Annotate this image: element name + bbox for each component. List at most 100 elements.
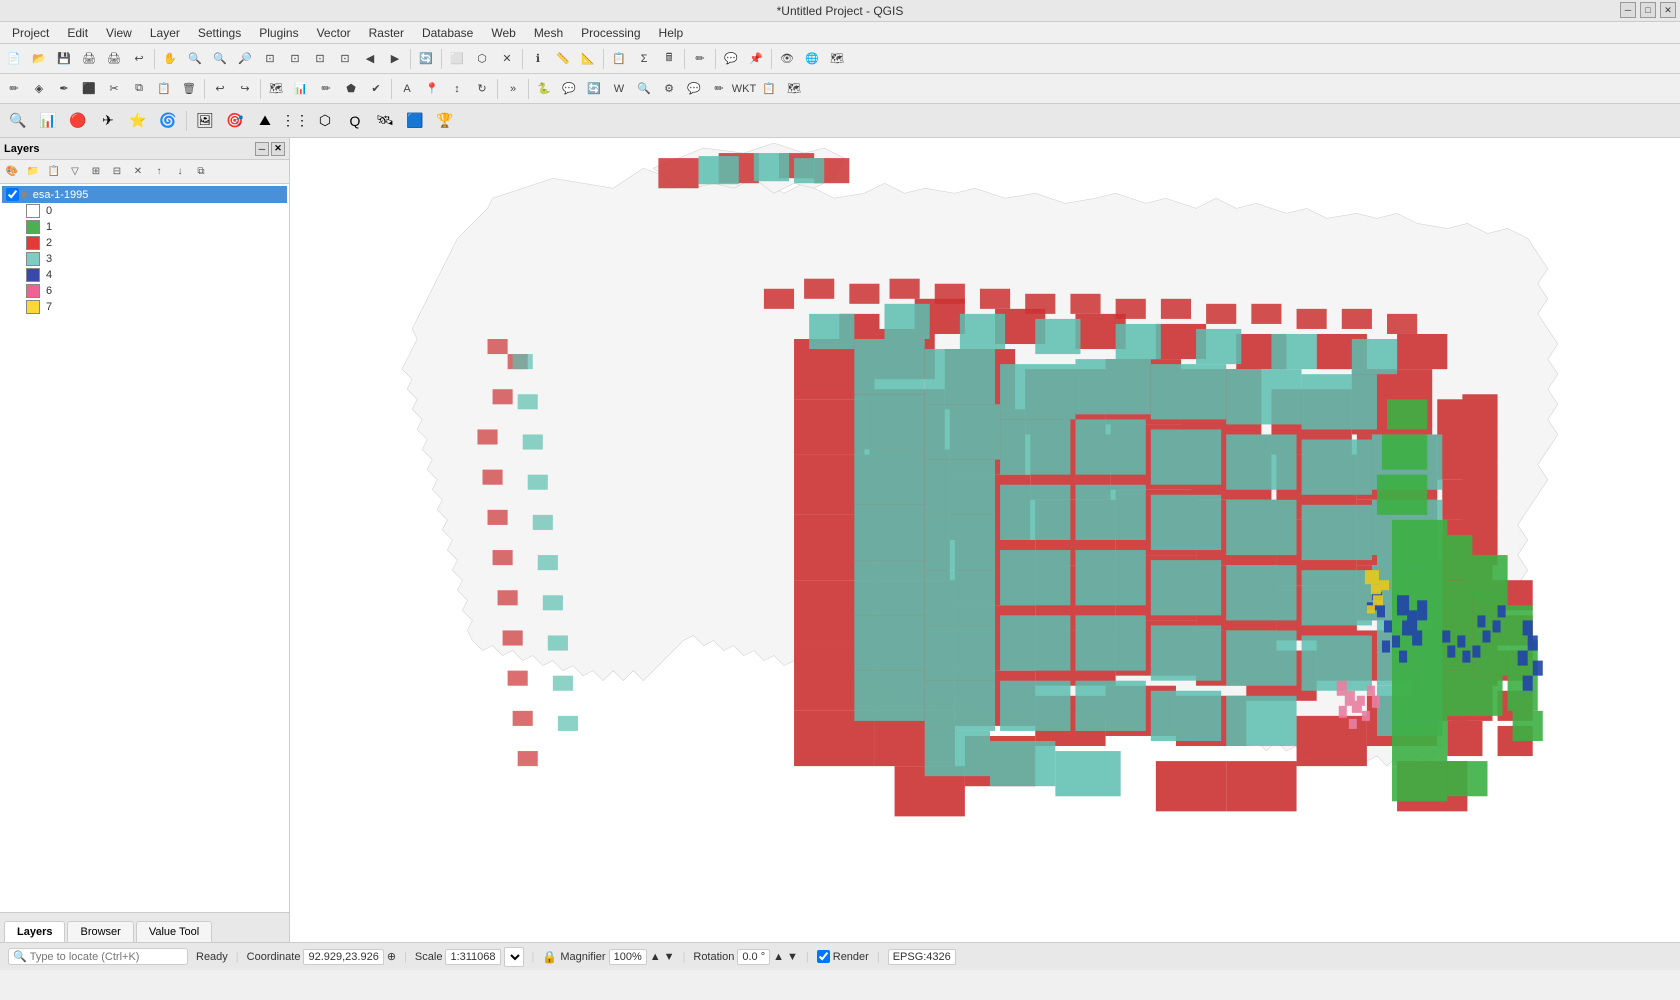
move-up-btn[interactable]: ↑ (149, 162, 169, 182)
menu-view[interactable]: View (98, 24, 140, 42)
plugin2[interactable]: 🔄 (582, 77, 606, 101)
plugin7[interactable]: ✏ (707, 77, 731, 101)
zoom-native-button[interactable]: ⊡ (333, 47, 357, 71)
menu-vector[interactable]: Vector (309, 24, 359, 42)
plugin-qgis-logo[interactable]: Q (341, 107, 369, 135)
plugin10[interactable]: 🗺 (782, 77, 806, 101)
menu-project[interactable]: Project (4, 24, 57, 42)
save-as-button[interactable]: 🖨 (77, 47, 101, 71)
zoom-prev-button[interactable]: ◀ (358, 47, 382, 71)
python-button[interactable]: 🐍 (532, 77, 556, 101)
plugin-terrain[interactable]: ⛰ (251, 107, 279, 135)
plugin-search[interactable]: 🔍 (4, 107, 32, 135)
annotations-button[interactable]: 📌 (744, 47, 768, 71)
preview-button[interactable]: 👁 (775, 47, 799, 71)
menu-database[interactable]: Database (414, 24, 481, 42)
edit-paste[interactable]: 📋 (152, 77, 176, 101)
plugin9[interactable]: 📋 (757, 77, 781, 101)
tab-browser[interactable]: Browser (67, 921, 133, 942)
save-project-button[interactable]: 💾 (52, 47, 76, 71)
zoom-layer-button[interactable]: ⊡ (308, 47, 332, 71)
close-button[interactable]: ✕ (1660, 2, 1676, 18)
edit-node[interactable]: ◈ (27, 77, 51, 101)
filter-layer-btn[interactable]: ▽ (65, 162, 85, 182)
menu-processing[interactable]: Processing (573, 24, 648, 42)
undo-button[interactable]: ↩ (127, 47, 151, 71)
plugin8[interactable]: WKT (732, 77, 756, 101)
plugin-star[interactable]: ⭐ (124, 107, 152, 135)
plugin-grid[interactable]: ⋮⋮ (281, 107, 309, 135)
identify-button[interactable]: ℹ (526, 47, 550, 71)
label-rotate[interactable]: ↻ (470, 77, 494, 101)
advanced-digitize[interactable]: ✔ (364, 77, 388, 101)
plugin-plane[interactable]: ✈ (94, 107, 122, 135)
select-feature-button[interactable]: ⬜ (445, 47, 469, 71)
edit-copy[interactable]: ⧉ (127, 77, 151, 101)
deselect-button[interactable]: ✕ (495, 47, 519, 71)
render-checkbox[interactable] (817, 950, 830, 963)
zoom-out-button[interactable]: 🔎 (233, 47, 257, 71)
expand-all-btn[interactable]: ⊞ (86, 162, 106, 182)
magnifier-up-icon[interactable]: ▲ (650, 951, 661, 963)
menu-plugins[interactable]: Plugins (251, 24, 306, 42)
label-pin[interactable]: 📍 (420, 77, 444, 101)
menu-mesh[interactable]: Mesh (526, 24, 571, 42)
add-group-btn[interactable]: 📁 (23, 162, 43, 182)
globe-button[interactable]: 🌐 (800, 47, 824, 71)
magnifier-down-icon[interactable]: ▼ (664, 951, 675, 963)
digitize-tools[interactable]: ✏ (314, 77, 338, 101)
plugin1[interactable]: 💬 (557, 77, 581, 101)
vertex-tool[interactable]: ⬟ (339, 77, 363, 101)
digitize-button[interactable]: ✏ (688, 47, 712, 71)
layers-close-button[interactable]: ✕ (271, 142, 285, 156)
menu-settings[interactable]: Settings (190, 24, 249, 42)
zoom-in-button[interactable]: 🔍 (208, 47, 232, 71)
map-canvas[interactable] (290, 138, 1680, 942)
plugin3[interactable]: W (607, 77, 631, 101)
plugin-spiral[interactable]: 🌀 (154, 107, 182, 135)
menu-raster[interactable]: Raster (361, 24, 412, 42)
zoom-full-button[interactable]: ⊡ (258, 47, 282, 71)
more-tools[interactable]: » (501, 77, 525, 101)
rotation-up-icon[interactable]: ▲ (773, 951, 784, 963)
zoom-selection-button[interactable]: ⊡ (283, 47, 307, 71)
label-tool[interactable]: A (395, 77, 419, 101)
measure-area-button[interactable]: 📐 (576, 47, 600, 71)
select-polygon-button[interactable]: ⬡ (470, 47, 494, 71)
edit-delete[interactable]: 🗑 (177, 77, 201, 101)
move-down-btn[interactable]: ↓ (170, 162, 190, 182)
menu-edit[interactable]: Edit (59, 24, 96, 42)
redo2[interactable]: ↪ (233, 77, 257, 101)
plugin-nodes[interactable]: ⬡ (311, 107, 339, 135)
edit-select-all[interactable]: ⬛ (77, 77, 101, 101)
plugin-chart[interactable]: 📊 (34, 107, 62, 135)
plugin-trophy[interactable]: 🏆 (431, 107, 459, 135)
layer-esa-1995[interactable]: ▶ esa-1-1995 (2, 186, 287, 203)
maximize-button[interactable]: □ (1640, 2, 1656, 18)
remove-layer-btn[interactable]: ✕ (128, 162, 148, 182)
manage-layers-btn[interactable]: 📋 (44, 162, 64, 182)
open-layer-style-btn[interactable]: 🎨 (2, 162, 22, 182)
new-project-button[interactable]: 📄 (2, 47, 26, 71)
epsg-value[interactable]: EPSG:4326 (888, 949, 956, 965)
pan-button[interactable]: ✋ (158, 47, 182, 71)
collapse-all-btn[interactable]: ⊟ (107, 162, 127, 182)
plugin6[interactable]: 💬 (682, 77, 706, 101)
plugin-target[interactable]: 🎯 (221, 107, 249, 135)
pan-to-selection[interactable]: 🔍 (183, 47, 207, 71)
layers-minimize-button[interactable]: ─ (255, 142, 269, 156)
undo2[interactable]: ↩ (208, 77, 232, 101)
add-vector-layer[interactable]: 📊 (289, 77, 313, 101)
locate-input[interactable] (30, 951, 180, 963)
edit-digitize[interactable]: ✒ (52, 77, 76, 101)
label-move[interactable]: ↕ (445, 77, 469, 101)
refresh-button[interactable]: 🔄 (414, 47, 438, 71)
tab-value-tool[interactable]: Value Tool (136, 921, 212, 942)
plugin-image[interactable]: 🖼 (191, 107, 219, 135)
new-3d-button[interactable]: 🗺 (825, 47, 849, 71)
duplicate-layer-btn[interactable]: ⧉ (191, 162, 211, 182)
plugin-blue-square[interactable]: 🟦 (401, 107, 429, 135)
print-button[interactable]: 🖨 (102, 47, 126, 71)
edit-pencil[interactable]: ✏ (2, 77, 26, 101)
plugin4[interactable]: 🔍 (632, 77, 656, 101)
